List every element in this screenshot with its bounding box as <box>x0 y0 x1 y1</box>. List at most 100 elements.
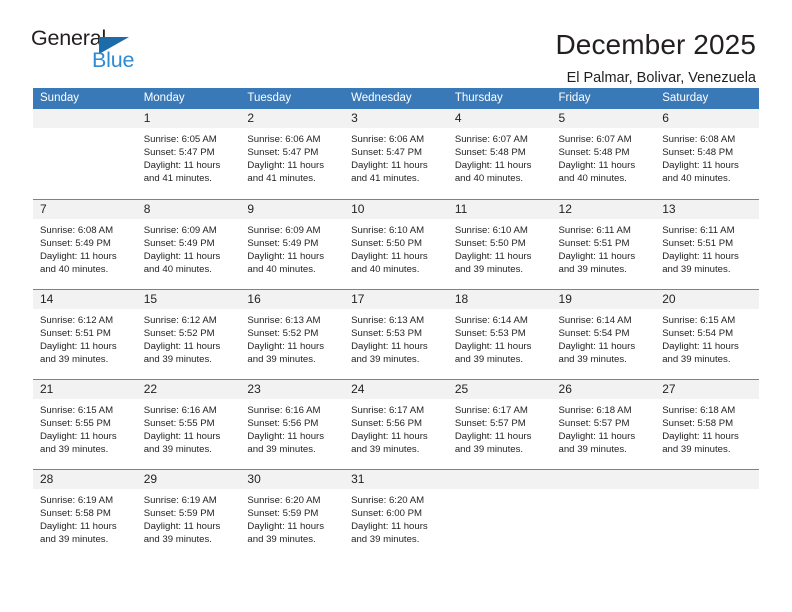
calendar-cell[interactable]: 10 Sunrise: 6:10 AM Sunset: 5:50 PM Dayligh… <box>344 199 448 289</box>
title-block: December 2025 El Palmar, Bolivar, Venezu… <box>555 28 756 87</box>
calendar-cell[interactable] <box>33 109 137 199</box>
day-cell[interactable]: 28 Sunrise: 6:19 AM Sunset: 5:58 PM Dayligh… <box>33 469 137 559</box>
day-number: 1 <box>136 109 241 128</box>
calendar-cell[interactable]: 27 Sunrise: 6:18 AM Sunset: 5:58 PM Dayligh… <box>655 379 759 469</box>
day-sun-info: Sunrise: 6:07 AM Sunset: 5:48 PM Daylight:… <box>552 128 656 185</box>
day-cell[interactable]: 12 Sunrise: 6:11 AM Sunset: 5:51 PM Dayligh… <box>551 199 656 289</box>
brand-logo[interactable]: General Blue <box>31 27 151 78</box>
day-cell[interactable]: 10 Sunrise: 6:10 AM Sunset: 5:50 PM Dayligh… <box>344 199 448 289</box>
day-sunset-text: Sunset: 5:47 PM <box>247 147 319 159</box>
calendar-cell[interactable] <box>551 469 656 559</box>
day-cell[interactable]: 20 Sunrise: 6:15 AM Sunset: 5:54 PM Dayligh… <box>655 289 759 379</box>
calendar-cell[interactable]: 20 Sunrise: 6:15 AM Sunset: 5:54 PM Dayligh… <box>655 289 759 379</box>
day-cell[interactable]: 14 Sunrise: 6:12 AM Sunset: 5:51 PM Dayligh… <box>33 289 137 379</box>
calendar-cell[interactable]: 17 Sunrise: 6:13 AM Sunset: 5:53 PM Dayligh… <box>344 289 448 379</box>
calendar-cell[interactable]: 21 Sunrise: 6:15 AM Sunset: 5:55 PM Dayligh… <box>33 379 137 469</box>
day-cell[interactable]: 1 Sunrise: 6:05 AM Sunset: 5:47 PM Daylight… <box>136 109 241 199</box>
calendar-cell[interactable]: 31 Sunrise: 6:20 AM Sunset: 6:00 PM Dayligh… <box>344 469 448 559</box>
day-cell[interactable] <box>447 469 552 559</box>
day-cell[interactable]: 26 Sunrise: 6:18 AM Sunset: 5:57 PM Dayligh… <box>551 379 656 469</box>
day-cell[interactable]: 16 Sunrise: 6:13 AM Sunset: 5:52 PM Dayligh… <box>240 289 345 379</box>
day-cell[interactable]: 31 Sunrise: 6:20 AM Sunset: 6:00 PM Dayligh… <box>344 469 448 559</box>
calendar-cell[interactable]: 15 Sunrise: 6:12 AM Sunset: 5:52 PM Dayligh… <box>136 289 241 379</box>
day-daylight-1-text: Daylight: 11 hours <box>143 160 221 172</box>
day-cell[interactable]: 19 Sunrise: 6:14 AM Sunset: 5:54 PM Dayligh… <box>551 289 656 379</box>
day-cell[interactable]: 6 Sunrise: 6:08 AM Sunset: 5:48 PM Daylight… <box>655 109 759 199</box>
calendar-cell[interactable]: 7 Sunrise: 6:08 AM Sunset: 5:49 PM Daylight… <box>33 199 137 289</box>
calendar-cell[interactable]: 1 Sunrise: 6:05 AM Sunset: 5:47 PM Daylight… <box>136 109 241 199</box>
day-daylight-1-text: Daylight: 11 hours <box>40 431 117 443</box>
day-cell[interactable]: 2 Sunrise: 6:06 AM Sunset: 5:47 PM Daylight… <box>240 109 345 199</box>
day-cell[interactable] <box>551 469 656 559</box>
calendar-cell[interactable]: 2 Sunrise: 6:06 AM Sunset: 5:47 PM Daylight… <box>240 109 345 199</box>
calendar-cell[interactable]: 8 Sunrise: 6:09 AM Sunset: 5:49 PM Daylight… <box>136 199 241 289</box>
day-sun-info: Sunrise: 6:20 AM Sunset: 6:00 PM Daylight:… <box>344 489 448 546</box>
day-cell[interactable]: 25 Sunrise: 6:17 AM Sunset: 5:57 PM Dayligh… <box>447 379 552 469</box>
page-location: El Palmar, Bolivar, Venezuela <box>566 70 756 86</box>
calendar-cell[interactable]: 22 Sunrise: 6:16 AM Sunset: 5:55 PM Dayligh… <box>136 379 241 469</box>
day-cell[interactable]: 27 Sunrise: 6:18 AM Sunset: 5:58 PM Dayligh… <box>655 379 759 469</box>
day-cell[interactable]: 29 Sunrise: 6:19 AM Sunset: 5:59 PM Dayligh… <box>136 469 241 559</box>
calendar-cell[interactable]: 14 Sunrise: 6:12 AM Sunset: 5:51 PM Dayligh… <box>33 289 137 379</box>
day-daylight-2-text: and 39 minutes. <box>351 444 420 456</box>
calendar-cell[interactable]: 29 Sunrise: 6:19 AM Sunset: 5:59 PM Dayligh… <box>136 469 241 559</box>
calendar-cell[interactable]: 4 Sunrise: 6:07 AM Sunset: 5:48 PM Daylight… <box>447 109 552 199</box>
day-cell[interactable]: 23 Sunrise: 6:16 AM Sunset: 5:56 PM Dayligh… <box>240 379 345 469</box>
calendar-cell[interactable]: 18 Sunrise: 6:14 AM Sunset: 5:53 PM Dayligh… <box>447 289 552 379</box>
day-cell[interactable]: 13 Sunrise: 6:11 AM Sunset: 5:51 PM Dayligh… <box>655 199 759 289</box>
day-cell[interactable]: 17 Sunrise: 6:13 AM Sunset: 5:53 PM Dayligh… <box>344 289 448 379</box>
calendar-cell[interactable]: 23 Sunrise: 6:16 AM Sunset: 5:56 PM Dayligh… <box>240 379 345 469</box>
day-cell[interactable]: 7 Sunrise: 6:08 AM Sunset: 5:49 PM Daylight… <box>33 199 137 289</box>
day-daylight-1-text: Daylight: 11 hours <box>40 251 117 263</box>
day-cell[interactable] <box>33 109 137 199</box>
calendar-cell[interactable]: 24 Sunrise: 6:17 AM Sunset: 5:56 PM Dayligh… <box>344 379 448 469</box>
calendar-cell[interactable]: 9 Sunrise: 6:09 AM Sunset: 5:49 PM Daylight… <box>240 199 345 289</box>
calendar-cell[interactable]: 13 Sunrise: 6:11 AM Sunset: 5:51 PM Dayligh… <box>655 199 759 289</box>
day-sunset-text: Sunset: 5:51 PM <box>662 238 734 250</box>
day-cell[interactable]: 8 Sunrise: 6:09 AM Sunset: 5:49 PM Daylight… <box>136 199 241 289</box>
day-cell[interactable]: 15 Sunrise: 6:12 AM Sunset: 5:52 PM Dayligh… <box>136 289 241 379</box>
day-number: 14 <box>33 290 137 309</box>
day-cell[interactable]: 22 Sunrise: 6:16 AM Sunset: 5:55 PM Dayligh… <box>136 379 241 469</box>
day-cell[interactable]: 4 Sunrise: 6:07 AM Sunset: 5:48 PM Daylight… <box>447 109 552 199</box>
day-sunrise-text: Sunrise: 6:07 AM <box>558 134 632 145</box>
day-cell[interactable]: 11 Sunrise: 6:10 AM Sunset: 5:50 PM Dayligh… <box>447 199 552 289</box>
day-daylight-1-text: Daylight: 11 hours <box>662 160 739 172</box>
day-sunset-text: Sunset: 5:50 PM <box>351 238 423 250</box>
calendar-cell[interactable]: 25 Sunrise: 6:17 AM Sunset: 5:57 PM Dayligh… <box>447 379 552 469</box>
calendar-cell[interactable]: 28 Sunrise: 6:19 AM Sunset: 5:58 PM Dayligh… <box>33 469 137 559</box>
day-cell[interactable] <box>655 469 759 559</box>
day-cell[interactable]: 21 Sunrise: 6:15 AM Sunset: 5:55 PM Dayligh… <box>33 379 137 469</box>
calendar-cell[interactable]: 30 Sunrise: 6:20 AM Sunset: 5:59 PM Dayligh… <box>240 469 345 559</box>
day-daylight-1-text: Daylight: 11 hours <box>143 431 221 443</box>
day-sun-info: Sunrise: 6:15 AM Sunset: 5:54 PM Daylight:… <box>655 309 759 366</box>
day-daylight-1-text: Daylight: 11 hours <box>558 341 636 353</box>
calendar-cell[interactable]: 16 Sunrise: 6:13 AM Sunset: 5:52 PM Dayligh… <box>240 289 345 379</box>
calendar-cell[interactable]: 19 Sunrise: 6:14 AM Sunset: 5:54 PM Dayligh… <box>551 289 656 379</box>
calendar-cell[interactable]: 11 Sunrise: 6:10 AM Sunset: 5:50 PM Dayligh… <box>447 199 552 289</box>
day-daylight-1-text: Daylight: 11 hours <box>454 160 532 172</box>
day-cell[interactable]: 30 Sunrise: 6:20 AM Sunset: 5:59 PM Dayligh… <box>240 469 345 559</box>
day-daylight-2-text: and 39 minutes. <box>247 354 316 366</box>
calendar-cell[interactable]: 5 Sunrise: 6:07 AM Sunset: 5:48 PM Daylight… <box>551 109 656 199</box>
day-daylight-1-text: Daylight: 11 hours <box>558 251 636 263</box>
calendar-cell[interactable] <box>655 469 759 559</box>
day-sunrise-text: Sunrise: 6:15 AM <box>662 315 736 326</box>
weekday-header-thursday: Thursday <box>447 88 552 109</box>
calendar-grid: Sunday Monday Tuesday Wednesday Thursday… <box>33 88 759 559</box>
day-cell[interactable]: 9 Sunrise: 6:09 AM Sunset: 5:49 PM Daylight… <box>240 199 345 289</box>
day-sunset-text: Sunset: 5:48 PM <box>662 147 734 159</box>
calendar-cell[interactable]: 3 Sunrise: 6:06 AM Sunset: 5:47 PM Daylight… <box>344 109 448 199</box>
day-cell[interactable]: 3 Sunrise: 6:06 AM Sunset: 5:47 PM Daylight… <box>344 109 448 199</box>
day-cell[interactable]: 18 Sunrise: 6:14 AM Sunset: 5:53 PM Dayligh… <box>447 289 552 379</box>
day-daylight-2-text: and 39 minutes. <box>662 354 731 366</box>
day-cell[interactable]: 5 Sunrise: 6:07 AM Sunset: 5:48 PM Daylight… <box>551 109 656 199</box>
day-sunset-text: Sunset: 5:56 PM <box>247 418 319 430</box>
page-title: December 2025 <box>555 29 756 60</box>
calendar-cell[interactable]: 6 Sunrise: 6:08 AM Sunset: 5:48 PM Daylight… <box>655 109 759 199</box>
calendar-cell[interactable] <box>447 469 552 559</box>
calendar-cell[interactable]: 26 Sunrise: 6:18 AM Sunset: 5:57 PM Dayligh… <box>551 379 656 469</box>
calendar-cell[interactable]: 12 Sunrise: 6:11 AM Sunset: 5:51 PM Dayligh… <box>551 199 656 289</box>
day-number: 9 <box>240 200 345 219</box>
day-cell[interactable]: 24 Sunrise: 6:17 AM Sunset: 5:56 PM Dayligh… <box>344 379 448 469</box>
